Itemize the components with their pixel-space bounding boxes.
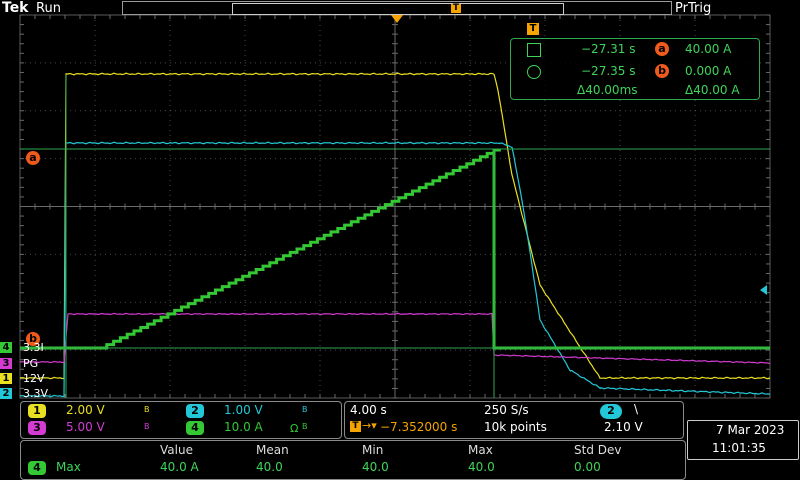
ch1-label: 12V: [23, 372, 45, 385]
record-length: 10k points: [484, 420, 547, 434]
trigger-slope-icon[interactable]: \: [634, 402, 638, 416]
trigger-arrow-icon: →▾: [362, 419, 377, 432]
trigger-level-icon[interactable]: [760, 285, 767, 295]
cursor-a-level-badge[interactable]: a: [26, 151, 40, 165]
trigger-level[interactable]: 2.10 V: [604, 420, 643, 434]
cursor-trigger-marker: T: [527, 23, 539, 35]
ch4-bw-limit-icon: B: [302, 422, 308, 431]
cursor-a-badge: a: [655, 42, 669, 56]
cursor-readout[interactable]: −27.31 s a 40.00 A −27.35 s b 0.000 A Δ4…: [510, 38, 760, 100]
ch4-button[interactable]: 4: [186, 421, 204, 435]
trigger-position-icon[interactable]: [391, 15, 403, 23]
measurement-value: 0.00: [574, 460, 601, 474]
measurement-header: Mean: [256, 443, 289, 457]
ch4-scale[interactable]: 10.0 A: [224, 420, 263, 434]
timebase-scale[interactable]: 4.00 s: [350, 403, 387, 417]
trigger-marker-icon: T: [350, 421, 361, 432]
record-trigger-marker: T: [451, 3, 461, 13]
measurement-type[interactable]: Max: [56, 460, 81, 474]
ch2-bw-limit-icon: B: [302, 405, 308, 414]
cursor-a-value: 40.00 A: [685, 42, 732, 56]
cursor-delta-value: Δ40.00 A: [685, 83, 740, 97]
date: 7 Mar 2023: [716, 423, 785, 437]
trigger-offset[interactable]: −7.352000 s: [380, 420, 457, 434]
record-overview[interactable]: T: [122, 1, 672, 15]
brand-logo: Tek: [2, 0, 29, 16]
time: 11:01:35: [712, 441, 766, 455]
ch2-ground-marker[interactable]: 2: [0, 388, 12, 399]
cursor-b-value: 0.000 A: [685, 64, 732, 78]
ch2-button[interactable]: 2: [186, 404, 204, 418]
ch4-coupling-icon: Ω: [290, 422, 299, 435]
measurement-value: 40.0: [256, 460, 283, 474]
sample-rate: 250 S/s: [484, 403, 529, 417]
measurement-value: 40.0: [362, 460, 389, 474]
cursor-b-badge: b: [655, 64, 669, 78]
ch1-bw-limit-icon: B: [144, 405, 150, 414]
ch4-ground-marker[interactable]: 4: [0, 342, 12, 353]
ch2-label: 3.3V: [23, 387, 49, 400]
trigger-source-badge[interactable]: 2: [600, 404, 622, 419]
acquisition-state[interactable]: Run: [36, 1, 61, 16]
record-viewport[interactable]: [232, 3, 564, 15]
ch3-bw-limit-icon: B: [144, 422, 150, 431]
ch4-label: 3.3I: [23, 341, 44, 354]
cursor-delta-time: Δ40.00ms: [577, 83, 638, 97]
cursor-a-square-icon: [527, 43, 541, 57]
measurement-value: 40.0: [468, 460, 495, 474]
ch3-ground-marker[interactable]: 3: [0, 358, 12, 369]
cursor-a-time: −27.31 s: [581, 42, 636, 56]
ch3-label: PG: [23, 357, 39, 370]
measurement-header: Value: [160, 443, 193, 457]
cursor-b-time: −27.35 s: [581, 64, 636, 78]
measurement-channel-badge[interactable]: 4: [28, 461, 46, 475]
measurement-value: 40.0 A: [160, 460, 199, 474]
ch1-button[interactable]: 1: [28, 404, 46, 418]
ch3-button[interactable]: 3: [28, 421, 46, 435]
measurement-header: Max: [468, 443, 493, 457]
cursor-b-circle-icon: [527, 65, 541, 79]
trigger-status: PrTrig: [675, 1, 712, 16]
ch1-scale[interactable]: 2.00 V: [66, 403, 105, 417]
ch3-scale[interactable]: 5.00 V: [66, 420, 105, 434]
measurement-header: Std Dev: [574, 443, 622, 457]
ch1-ground-marker[interactable]: 1: [0, 373, 12, 384]
measurement-header: Min: [362, 443, 384, 457]
ch2-scale[interactable]: 1.00 V: [224, 403, 263, 417]
